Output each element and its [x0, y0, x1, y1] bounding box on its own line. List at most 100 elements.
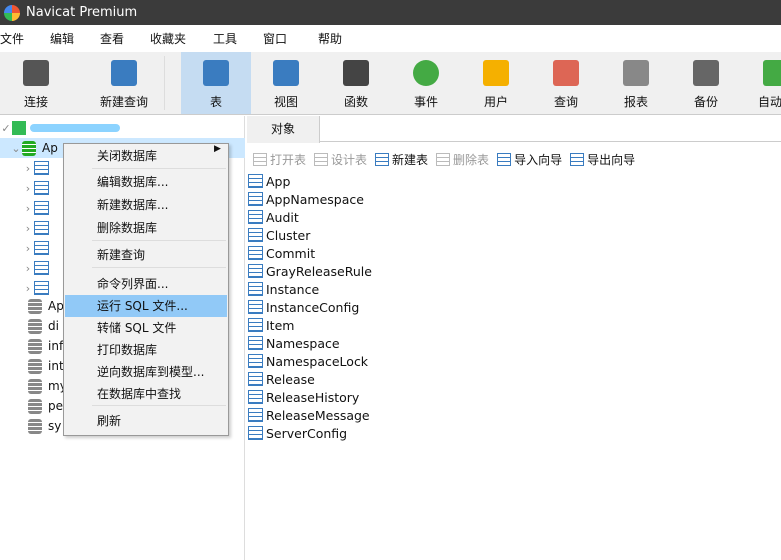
object-panel: 对象 打开表 设计表 新建表 删除表 导入向导 导出向导 App AppNamespace A… — [247, 116, 781, 560]
plug-icon — [23, 60, 49, 86]
table-item[interactable]: InstanceConfig — [248, 298, 359, 316]
table-name: Instance — [266, 281, 320, 297]
toolbar-button[interactable]: 事件 — [391, 52, 461, 114]
context-menu-item[interactable]: 打印数据库 — [65, 339, 227, 361]
context-menu-item[interactable]: 关闭数据库 — [65, 145, 227, 167]
toolbar-button-label: 连接 — [23, 95, 48, 109]
table-item[interactable]: Instance — [248, 280, 319, 298]
table-item[interactable]: Commit — [248, 244, 315, 262]
chevron-right-icon[interactable]: › — [22, 262, 34, 275]
context-menu-item[interactable]: 新建数据库... — [65, 194, 227, 216]
menu-item[interactable]: 收藏夹 — [150, 30, 186, 47]
toolbar-button[interactable]: 报表 — [601, 52, 671, 114]
table-item[interactable]: AppNamespace — [248, 190, 364, 208]
chevron-right-icon[interactable]: › — [22, 162, 34, 175]
menu-item[interactable]: 文件 — [0, 30, 24, 47]
table-action-icon — [436, 152, 451, 166]
table-item[interactable]: ReleaseHistory — [248, 388, 359, 406]
table-item[interactable]: Release — [248, 370, 315, 388]
chevron-right-icon[interactable]: › — [22, 242, 34, 255]
toolbar-button[interactable]: 用户 — [461, 52, 531, 114]
menu-item[interactable]: 编辑 — [50, 30, 74, 47]
table-name: App — [266, 173, 291, 189]
table-item[interactable]: ReleaseMessage — [248, 406, 370, 424]
table-action-icon — [253, 152, 267, 166]
object-toolbar-label: 新建表 — [392, 152, 429, 167]
table-item[interactable]: Namespace — [248, 334, 340, 352]
tab-objects[interactable]: 对象 — [247, 116, 320, 143]
context-menu-item[interactable]: 在数据库中查找 — [65, 383, 227, 405]
context-menu-item[interactable]: 运行 SQL 文件... — [65, 295, 227, 317]
toolbar-button-label: 视图 — [273, 95, 298, 109]
menu-item[interactable]: 窗口 — [263, 30, 287, 47]
object-toolbar-button[interactable]: 删除表 — [436, 151, 489, 168]
object-toolbar-button[interactable]: 导出向导 — [570, 151, 635, 168]
toolbar-button[interactable]: 自动运 — [741, 52, 781, 114]
table-icon — [248, 408, 263, 422]
toolbar-button[interactable]: 函数 — [321, 52, 391, 114]
context-menu-item[interactable]: 新建查询 — [65, 244, 227, 266]
database-name: Ap — [42, 141, 58, 155]
table-action-icon — [497, 152, 512, 166]
chevron-down-icon[interactable]: ✓ — [0, 122, 12, 135]
table-item[interactable]: Item — [248, 316, 294, 334]
context-menu-item[interactable]: 刷新 — [65, 410, 227, 432]
table-name: AppNamespace — [266, 191, 364, 207]
chevron-right-icon[interactable]: › — [22, 202, 34, 215]
object-toolbar-button[interactable]: 导入向导 — [497, 151, 562, 168]
menu-item[interactable]: 查看 — [100, 30, 124, 47]
table-name: Namespace — [266, 335, 340, 351]
context-menu-item[interactable]: 转储 SQL 文件 — [65, 317, 227, 339]
database-name: Ap — [48, 299, 64, 313]
toolbar-button-label: 查询 — [553, 95, 578, 109]
table-icon — [248, 354, 263, 368]
toolbar-button[interactable]: 视图 — [251, 52, 321, 114]
new-query-icon — [111, 60, 137, 86]
table-icon — [248, 174, 263, 188]
menu-separator — [92, 405, 226, 406]
mysql-connection-icon — [12, 121, 26, 135]
context-menu-item[interactable]: 删除数据库 — [65, 217, 227, 239]
table-item[interactable]: NamespaceLock — [248, 352, 368, 370]
menu-item[interactable]: 帮助 — [318, 30, 342, 47]
table-item[interactable]: Cluster — [248, 226, 310, 244]
chevron-right-icon[interactable]: › — [22, 282, 34, 295]
context-menu: 关闭数据库编辑数据库... 新建数据库... 删除数据库新建查询命令列界面... 运行… — [63, 143, 229, 436]
user-icon — [483, 60, 509, 86]
object-toolbar-label: 导出向导 — [587, 152, 636, 167]
tree-connection[interactable]: ✓ — [0, 118, 245, 138]
chevron-down-icon[interactable]: ⌄ — [10, 142, 22, 155]
database-name: int — [48, 359, 64, 373]
table-icon — [248, 426, 263, 440]
database-name: inf — [48, 339, 64, 353]
table-item[interactable]: ServerConfig — [248, 424, 347, 442]
table-item[interactable]: App — [248, 172, 290, 190]
database-name: sy — [48, 419, 62, 433]
menu-separator — [92, 168, 226, 169]
object-toolbar-button[interactable]: 设计表 — [314, 151, 367, 168]
toolbar-button-label: 报表 — [623, 95, 648, 109]
context-menu-item[interactable]: 命令列界面... — [65, 273, 227, 295]
menu-item[interactable]: 工具 — [213, 30, 237, 47]
toolbar-button[interactable]: 新建查询 — [84, 52, 164, 114]
table-item[interactable]: Audit — [248, 208, 299, 226]
function-icon — [343, 60, 369, 86]
toolbar-button[interactable]: 备份 — [671, 52, 741, 114]
title-bar: Navicat Premium — [0, 0, 781, 25]
table-item[interactable]: GrayReleaseRule — [248, 262, 372, 280]
backups-icon — [34, 281, 49, 295]
toolbar-button[interactable]: 连接 — [1, 52, 71, 114]
automation-icon — [763, 60, 781, 86]
context-menu-item[interactable]: 逆向数据库到模型... — [65, 361, 227, 383]
chevron-right-icon[interactable]: › — [22, 222, 34, 235]
toolbar-button[interactable]: 查询 — [531, 52, 601, 114]
chevron-right-icon[interactable]: › — [22, 182, 34, 195]
context-menu-item[interactable]: 编辑数据库... — [65, 171, 227, 193]
object-toolbar-button[interactable]: 打开表 — [253, 151, 306, 168]
toolbar-button[interactable]: 表 — [181, 52, 251, 114]
clock-icon — [413, 60, 439, 86]
view-icon — [273, 60, 299, 86]
object-toolbar-button[interactable]: 新建表 — [375, 151, 428, 168]
table-icon — [248, 372, 263, 386]
table-icon — [248, 282, 263, 296]
